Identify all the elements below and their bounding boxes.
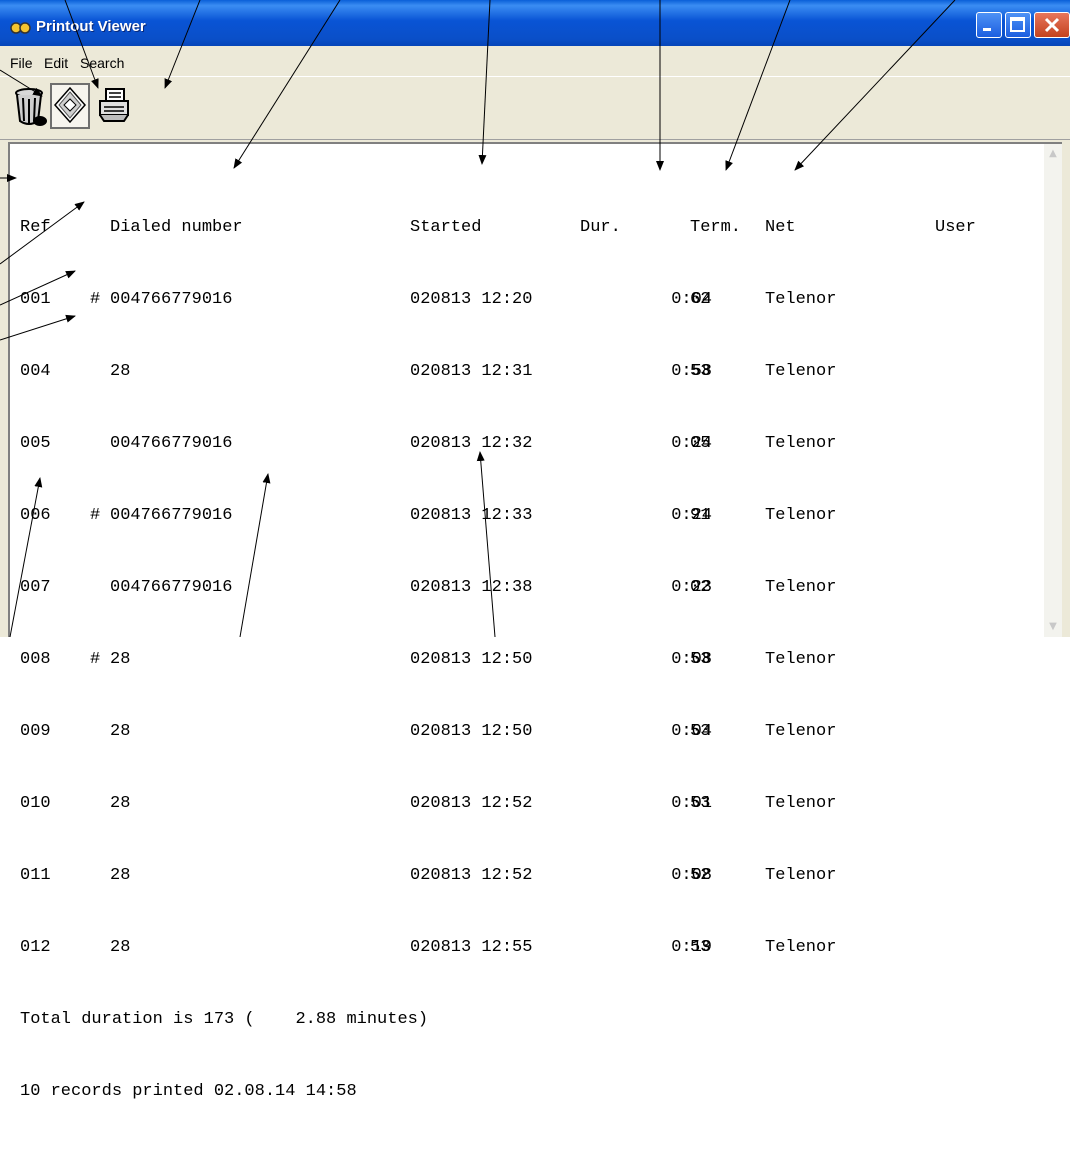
app-logo-icon[interactable]: [10, 20, 32, 36]
table-row: 005 004766779016 020813 12:32 0:24 05 Telenor: [20, 432, 836, 456]
scroll-up-icon[interactable]: ▲: [1045, 146, 1061, 162]
table-row: 001 #004766779016 020813 12:20 0:04 62 Teleno…: [20, 288, 836, 312]
row-mark: #: [90, 506, 101, 525]
row-started: 020813 12:50: [410, 722, 533, 741]
row-net: Telenor: [765, 938, 837, 957]
vertical-scrollbar[interactable]: ▲ ▼: [1044, 144, 1062, 637]
row-started: 020813 12:52: [410, 794, 533, 813]
row-ref: 001: [20, 290, 51, 309]
minimize-icon: [983, 28, 991, 31]
row-dialed-number: 28: [110, 362, 131, 381]
row-started: 020813 12:52: [410, 866, 533, 885]
row-started: 020813 12:33: [410, 506, 533, 525]
trash-button[interactable]: [10, 83, 50, 129]
table-row: 006 #004766779016 020813 12:33 0:24 91 Teleno…: [20, 504, 836, 528]
title-bar[interactable]: Printout Viewer: [0, 0, 1070, 46]
print-button[interactable]: [94, 83, 134, 129]
row-dialed-number: 28: [110, 794, 131, 813]
header-user: User: [935, 218, 976, 237]
row-started: 020813 12:32: [410, 434, 533, 453]
header-term: Term.: [690, 218, 742, 237]
printout-text-area[interactable]: Ref Dialed number Started Dur. Term. Net…: [8, 142, 1062, 1101]
scroll-down-icon[interactable]: ▼: [1045, 619, 1061, 635]
row-dialed-number: 004766779016: [110, 434, 233, 453]
save-disk-icon: [53, 86, 87, 124]
close-button[interactable]: [1034, 12, 1070, 38]
row-dialed-number: 28: [110, 866, 131, 885]
row-dialed-number: 004766779016: [110, 290, 233, 309]
table-row: 004 28 020813 12:31 0:58 53 Telenor: [20, 360, 836, 384]
table-row: 009 28 020813 12:50 0:04 53 Telenor: [20, 720, 836, 744]
row-started: 020813 12:50: [410, 650, 533, 669]
row-started: 020813 12:38: [410, 578, 533, 597]
table-row: 008 #28 020813 12:50 0:08 53 Telenor: [20, 648, 836, 672]
row-ref: 007: [20, 578, 51, 597]
row-net: Telenor: [765, 434, 837, 453]
menu-edit[interactable]: Edit: [44, 55, 68, 71]
records-printed-line: 10 records printed 02.08.14 14:58: [20, 1082, 357, 1101]
menu-file[interactable]: File: [10, 55, 33, 71]
row-net: Telenor: [765, 866, 837, 885]
table-row: 010 28 020813 12:52 0:01 53 Telenor: [20, 792, 836, 816]
header-net: Net: [765, 218, 796, 237]
row-term: 62: [690, 290, 711, 309]
row-term: 53: [690, 794, 711, 813]
row-started: 020813 12:31: [410, 362, 533, 381]
row-started: 020813 12:55: [410, 938, 533, 957]
row-term: 91: [690, 506, 711, 525]
save-button[interactable]: [50, 83, 90, 129]
row-ref: 005: [20, 434, 51, 453]
row-dialed-number: 28: [110, 722, 131, 741]
total-duration-line: Total duration is 173 ( 2.88 minutes): [20, 1010, 429, 1029]
row-mark: #: [90, 650, 101, 669]
row-net: Telenor: [765, 506, 837, 525]
header-started: Started: [410, 218, 482, 237]
table-row: 012 28 020813 12:55 0:19 53 Telenor: [20, 936, 836, 960]
row-term: 05: [690, 434, 711, 453]
table-row: 007 004766779016 020813 12:38 0:23 02 Telenor: [20, 576, 836, 600]
row-started: 020813 12:20: [410, 290, 533, 309]
close-icon: [1044, 17, 1060, 33]
header-dialed-number: Dialed number: [110, 218, 243, 237]
row-ref: 009: [20, 722, 51, 741]
report-text: Ref Dialed number Started Dur. Term. Net…: [20, 168, 976, 1152]
row-ref: 004: [20, 362, 51, 381]
maximize-button[interactable]: [1005, 12, 1031, 38]
row-term: 52: [690, 866, 711, 885]
row-net: Telenor: [765, 722, 837, 741]
row-term: 53: [690, 938, 711, 957]
printout-viewer-window: Printout Viewer File Edit Search Ref Dia…: [0, 0, 1070, 1101]
header-row: Ref Dialed number Started Dur. Term. Net…: [20, 216, 976, 240]
row-term: 53: [690, 650, 711, 669]
toolbar: [0, 76, 1070, 140]
row-dialed-number: 004766779016: [110, 578, 233, 597]
row-term: 02: [690, 578, 711, 597]
menu-bar: File Edit Search: [0, 48, 1070, 76]
row-ref: 011: [20, 866, 51, 885]
trash-icon: [15, 88, 47, 126]
header-ref: Ref: [20, 218, 51, 237]
row-net: Telenor: [765, 578, 837, 597]
row-net: Telenor: [765, 290, 837, 309]
printer-icon: [99, 88, 129, 122]
row-ref: 010: [20, 794, 51, 813]
window-title: Printout Viewer: [36, 18, 146, 35]
menu-search[interactable]: Search: [80, 55, 124, 71]
table-row: 011 28 020813 12:52 0:08 52 Telenor: [20, 864, 836, 888]
row-dialed-number: 004766779016: [110, 506, 233, 525]
row-term: 53: [690, 362, 711, 381]
row-net: Telenor: [765, 650, 837, 669]
row-net: Telenor: [765, 362, 837, 381]
minimize-button[interactable]: [976, 12, 1002, 38]
row-ref: 012: [20, 938, 51, 957]
row-ref: 008: [20, 650, 51, 669]
row-term: 53: [690, 722, 711, 741]
maximize-icon: [1010, 17, 1025, 32]
row-dialed-number: 28: [110, 650, 131, 669]
row-ref: 006: [20, 506, 51, 525]
row-mark: #: [90, 290, 101, 309]
row-net: Telenor: [765, 794, 837, 813]
row-dialed-number: 28: [110, 938, 131, 957]
